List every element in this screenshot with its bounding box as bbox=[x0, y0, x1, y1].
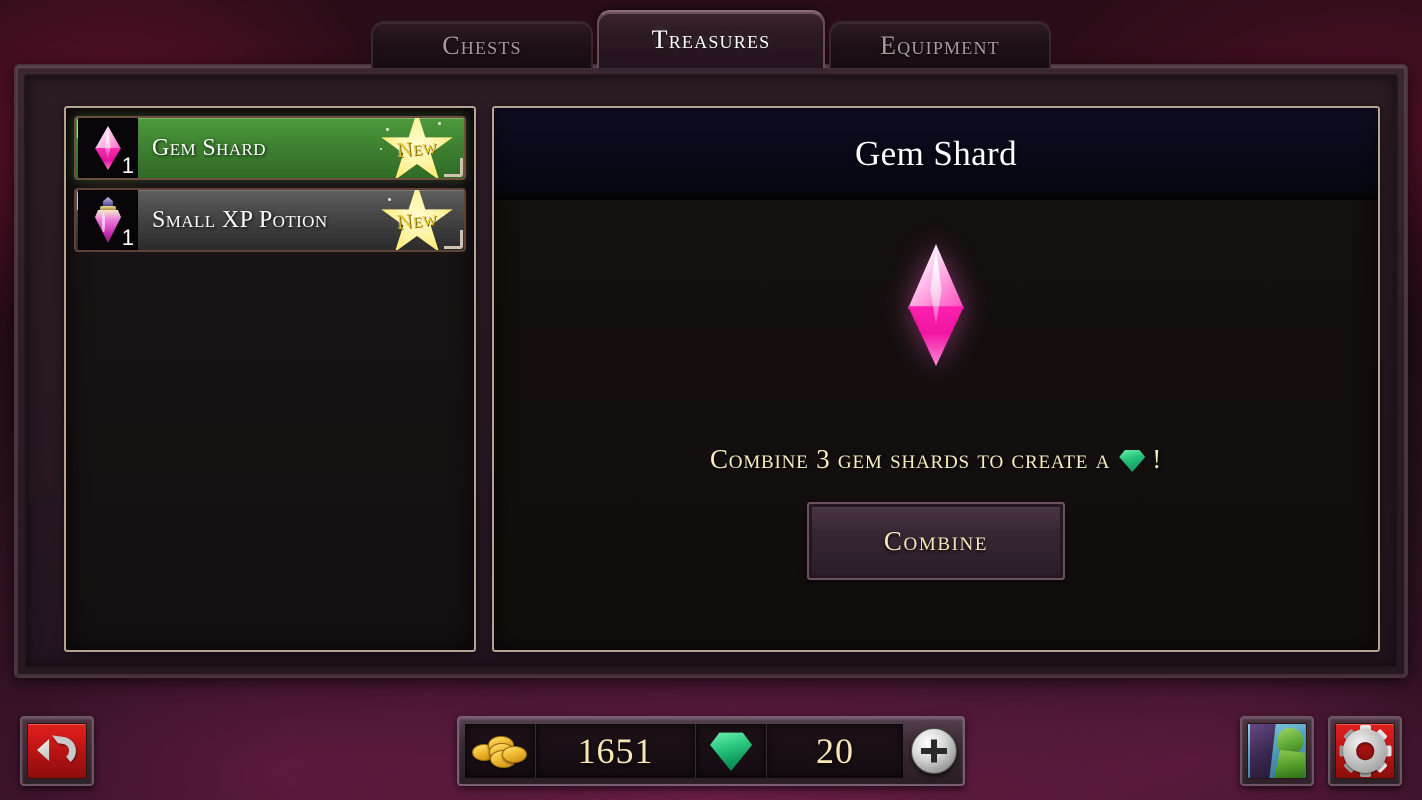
settings-button-face bbox=[1335, 723, 1395, 779]
badge-label: New bbox=[395, 205, 439, 234]
list-item[interactable]: 1 Small XP Potion New bbox=[74, 188, 466, 252]
gem-amount: 20 bbox=[816, 731, 854, 771]
tab-chests[interactable]: Chests bbox=[371, 21, 593, 68]
list-item[interactable]: 1 Gem Shard New bbox=[74, 116, 466, 180]
item-quantity: 1 bbox=[121, 153, 134, 178]
tab-treasures[interactable]: Treasures bbox=[597, 10, 825, 68]
status-badge: New bbox=[376, 190, 458, 250]
gold-value-cell: 1651 bbox=[535, 724, 697, 778]
tab-equipment[interactable]: Equipment bbox=[829, 21, 1051, 68]
badge-label: New bbox=[395, 133, 439, 162]
gem-icon-cell bbox=[696, 724, 767, 778]
tab-treasures-label: Treasures bbox=[651, 25, 771, 54]
item-quantity: 1 bbox=[121, 225, 134, 250]
gold-amount: 1651 bbox=[577, 731, 654, 771]
item-icon-slot: 1 bbox=[78, 190, 138, 250]
currency-bar: 1651 20 bbox=[457, 716, 965, 786]
main-window-frame: 1 Gem Shard New 1 Small XP Potion New Ge… bbox=[14, 64, 1408, 678]
item-list-panel: 1 Gem Shard New 1 Small XP Potion New bbox=[64, 106, 476, 652]
gem-shard-icon bbox=[95, 126, 121, 170]
detail-title-bar: Gem Shard bbox=[494, 108, 1378, 200]
item-icon-slot: 1 bbox=[78, 118, 138, 178]
item-description: Combine 3 gem shards to create a ! bbox=[710, 444, 1162, 475]
status-badge: New bbox=[376, 118, 458, 178]
combine-button[interactable]: Combine bbox=[807, 502, 1065, 580]
detail-body: Combine 3 gem shards to create a ! Combi… bbox=[494, 200, 1378, 650]
item-name: Gem Shard bbox=[152, 134, 266, 161]
item-name: Small XP Potion bbox=[152, 206, 328, 233]
player-avatar-button[interactable] bbox=[1240, 716, 1314, 786]
player-avatar-icon bbox=[1247, 723, 1307, 779]
page-title: Gem Shard bbox=[854, 133, 1018, 173]
back-button[interactable] bbox=[20, 716, 94, 786]
gem-shard-icon bbox=[908, 244, 964, 366]
gem-value-cell: 20 bbox=[767, 724, 903, 778]
tab-chests-label: Chests bbox=[442, 30, 522, 60]
description-text: Combine 3 gem shards to create a bbox=[709, 444, 1111, 474]
emerald-gem-icon bbox=[710, 732, 753, 771]
xp-potion-icon bbox=[95, 197, 121, 243]
combine-button-label: Combine bbox=[883, 525, 989, 556]
description-suffix: ! bbox=[1152, 444, 1163, 474]
gold-coins-icon bbox=[471, 734, 528, 768]
plus-icon bbox=[921, 738, 947, 764]
back-arrow-icon bbox=[37, 733, 78, 769]
gear-icon bbox=[1339, 725, 1391, 777]
gold-icon-cell bbox=[465, 724, 536, 778]
emerald-gem-icon bbox=[1119, 450, 1146, 472]
main-window-inner: 1 Gem Shard New 1 Small XP Potion New Ge… bbox=[24, 74, 1398, 668]
settings-button[interactable] bbox=[1328, 716, 1402, 786]
add-currency-button[interactable] bbox=[911, 728, 957, 774]
tab-equipment-label: Equipment bbox=[880, 30, 1000, 60]
item-detail-panel: Gem Shard Combine 3 gem shards to create… bbox=[492, 106, 1380, 652]
back-button-face bbox=[27, 723, 87, 779]
tab-bar: Chests Treasures Equipment bbox=[0, 0, 1422, 68]
